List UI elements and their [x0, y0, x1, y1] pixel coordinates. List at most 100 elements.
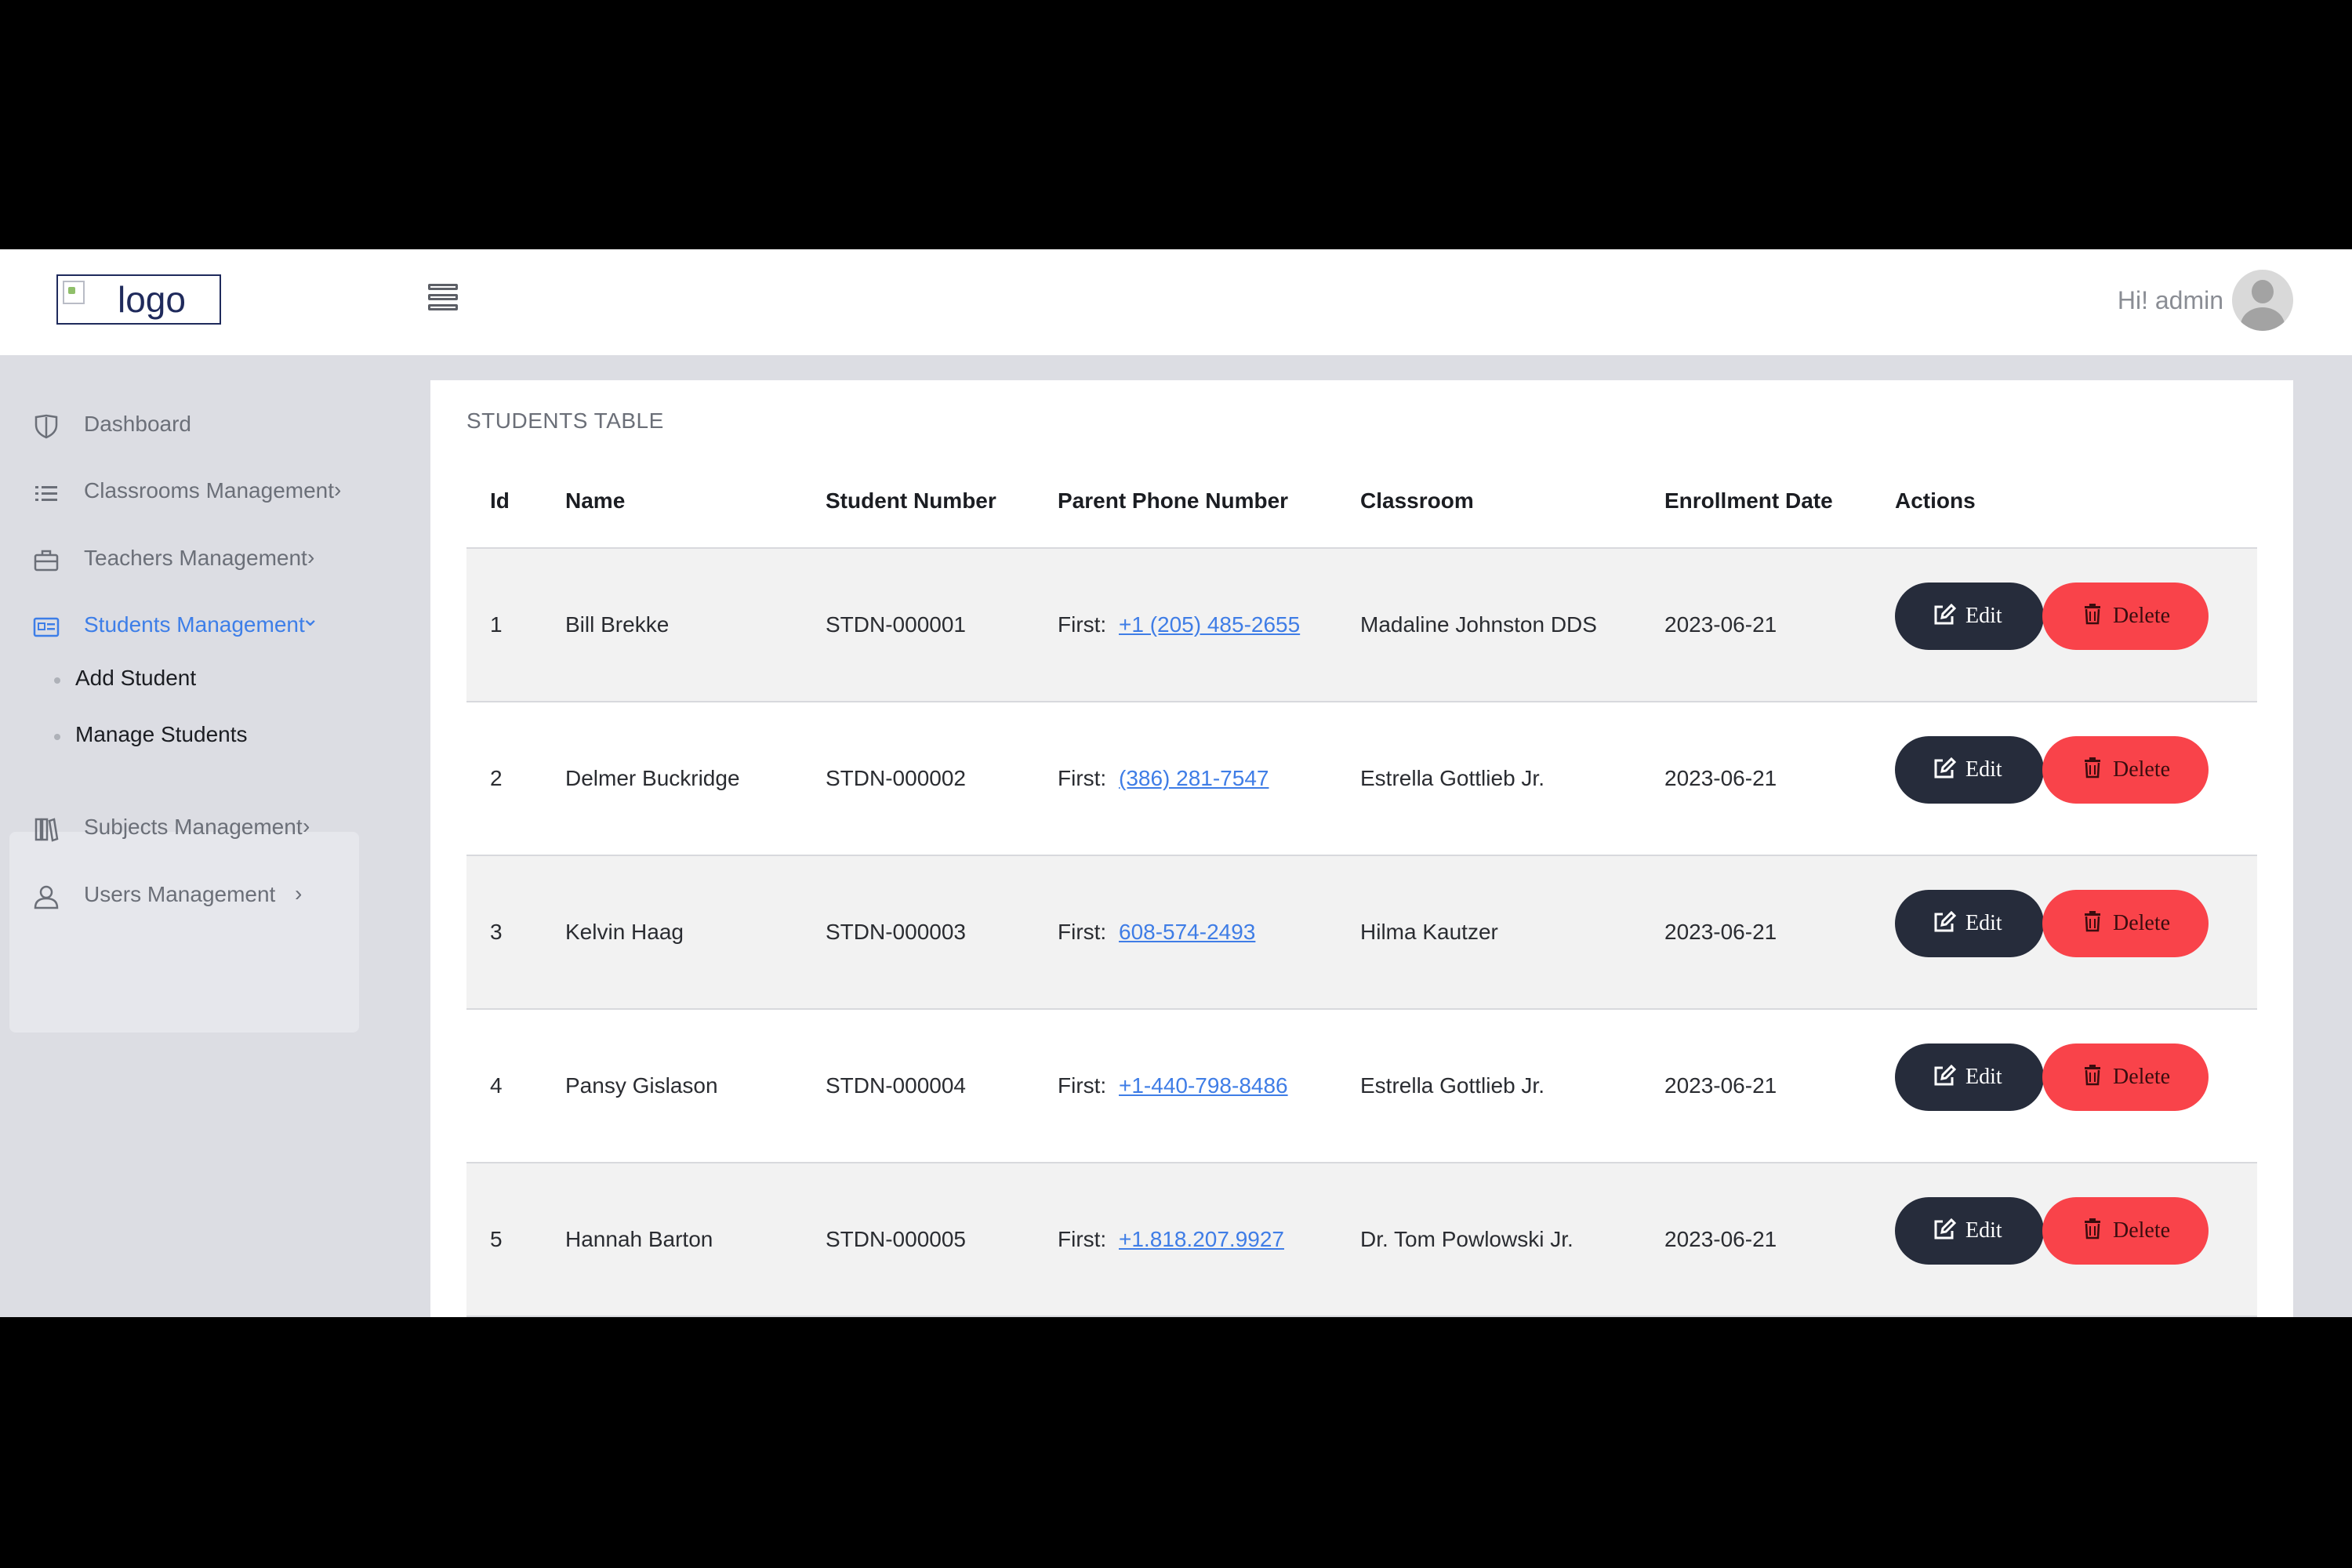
delete-button[interactable]: Delete	[2042, 1197, 2209, 1265]
edit-button-label: Edit	[1965, 757, 2002, 782]
cell-classroom: Estrella Gottlieb Jr.	[1360, 1009, 1664, 1163]
delete-button[interactable]: Delete	[2042, 1044, 2209, 1111]
phone-link[interactable]: 608-574-2493	[1119, 920, 1255, 944]
trash-icon	[2085, 1218, 2100, 1240]
sidebar-item-label: Students Management	[84, 612, 305, 637]
cell-classroom: Madaline Johnston DDS	[1360, 548, 1664, 702]
delete-button-label: Delete	[2113, 757, 2171, 782]
user-avatar-icon[interactable]	[2232, 270, 2293, 331]
books-icon	[34, 818, 59, 842]
column-header-actions: Actions	[1895, 455, 2257, 549]
edit-button-label: Edit	[1965, 604, 2002, 628]
cell-actions: Edit Delete	[1895, 1009, 2257, 1163]
edit-button-label: Edit	[1965, 911, 2002, 935]
cell-classroom: Dr. Tom Powlowski Jr.	[1360, 1163, 1664, 1317]
delete-button-label: Delete	[2113, 1218, 2171, 1243]
list-icon	[35, 486, 57, 501]
bullet-icon	[54, 734, 60, 740]
logo-alt-text: logo	[118, 279, 186, 320]
sidebar-item-students[interactable]: Students Management ⌄	[9, 599, 358, 654]
edit-button[interactable]: Edit	[1895, 890, 2044, 957]
cell-name: Delmer Buckridge	[565, 702, 826, 856]
cell-student-number: STDN-000004	[826, 1009, 1058, 1163]
sidebar-item-dashboard[interactable]: Dashboard	[9, 398, 358, 453]
phone-link[interactable]: +1-440-798-8486	[1119, 1073, 1288, 1098]
edit-button-label: Edit	[1965, 1218, 2002, 1243]
sidebar-item-classrooms[interactable]: Classrooms Management ›	[9, 465, 358, 520]
cell-enrollment-date: 2023-06-21	[1664, 1163, 1895, 1317]
bullet-icon	[54, 677, 60, 684]
sidebar-subitem-manage-students[interactable]: Manage Students	[54, 722, 248, 747]
trash-icon	[2085, 604, 2100, 625]
id-card-icon	[33, 617, 60, 637]
logo[interactable]: logo	[56, 274, 221, 325]
chevron-down-icon: ⌄	[301, 606, 320, 630]
user-icon	[34, 885, 59, 909]
edit-icon	[1934, 757, 1956, 779]
sidebar-item-teachers[interactable]: Teachers Management ›	[9, 532, 358, 587]
cell-enrollment-date: 2023-06-21	[1664, 855, 1895, 1010]
delete-button[interactable]: Delete	[2042, 890, 2209, 957]
delete-button-label: Delete	[2113, 911, 2171, 935]
sidebar-item-users[interactable]: Users Management ›	[9, 869, 358, 924]
phone-link[interactable]: +1.818.207.9927	[1119, 1227, 1284, 1251]
phone-link[interactable]: (386) 281-7547	[1119, 766, 1269, 790]
cell-id: 4	[466, 1009, 565, 1163]
edit-button[interactable]: Edit	[1895, 583, 2044, 650]
cell-name: Hannah Barton	[565, 1163, 826, 1317]
cell-parent-phone: First: +1-440-798-8486	[1058, 1009, 1360, 1163]
sidebar-subitem-label: Manage Students	[75, 722, 248, 746]
cell-student-number: STDN-000003	[826, 855, 1058, 1010]
trash-icon	[2085, 757, 2100, 779]
card-title: STUDENTS TABLE	[466, 408, 664, 433]
column-header-id[interactable]: Id	[466, 455, 565, 549]
delete-button[interactable]: Delete	[2042, 736, 2209, 804]
cell-enrollment-date: 2023-06-21	[1664, 702, 1895, 856]
table-row: 4 Pansy Gislason STDN-000004 First: +1-4…	[466, 1009, 2257, 1163]
cell-classroom: Estrella Gottlieb Jr.	[1360, 702, 1664, 856]
top-bar: logo Hi! admin	[0, 249, 2352, 355]
trash-icon	[2085, 1065, 2100, 1086]
phone-prefix: First:	[1058, 1073, 1107, 1098]
column-header-student-number[interactable]: Student Number	[826, 455, 1058, 549]
table-header-row: Id Name Student Number Parent Phone Numb…	[466, 455, 2257, 549]
phone-link[interactable]: +1 (205) 485-2655	[1119, 612, 1300, 637]
phone-prefix: First:	[1058, 612, 1107, 637]
cell-name: Kelvin Haag	[565, 855, 826, 1010]
sidebar-item-label: Dashboard	[84, 412, 191, 436]
hamburger-icon[interactable]	[428, 284, 464, 315]
table-row: 5 Hannah Barton STDN-000005 First: +1.81…	[466, 1163, 2257, 1317]
column-header-enrollment-date[interactable]: Enrollment Date	[1664, 455, 1895, 549]
chevron-right-icon: ›	[295, 881, 303, 906]
column-header-parent-phone[interactable]: Parent Phone Number	[1058, 455, 1360, 549]
chevron-right-icon: ›	[303, 814, 310, 838]
cell-name: Bill Brekke	[565, 548, 826, 702]
cell-student-number: STDN-000002	[826, 702, 1058, 856]
edit-button-label: Edit	[1965, 1065, 2002, 1089]
cell-actions: Edit Delete	[1895, 1163, 2257, 1317]
sidebar-subitem-add-student[interactable]: Add Student	[54, 666, 197, 691]
delete-button[interactable]: Delete	[2042, 583, 2209, 650]
column-header-classroom[interactable]: Classroom	[1360, 455, 1664, 549]
chevron-right-icon: ›	[307, 545, 315, 569]
sidebar-subitem-label: Add Student	[75, 666, 197, 690]
sidebar-item-label: Classrooms Management	[84, 478, 335, 503]
edit-icon	[1934, 603, 1956, 625]
edit-button[interactable]: Edit	[1895, 1044, 2044, 1111]
edit-button[interactable]: Edit	[1895, 736, 2044, 804]
cell-enrollment-date: 2023-06-21	[1664, 1009, 1895, 1163]
edit-button[interactable]: Edit	[1895, 1197, 2044, 1265]
table-row: 1 Bill Brekke STDN-000001 First: +1 (205…	[466, 548, 2257, 702]
cell-parent-phone: First: +1.818.207.9927	[1058, 1163, 1360, 1317]
column-header-name[interactable]: Name	[565, 455, 826, 549]
sidebar-item-label: Subjects Management	[84, 815, 303, 839]
delete-button-label: Delete	[2113, 604, 2171, 628]
phone-prefix: First:	[1058, 766, 1107, 790]
students-table: Id Name Student Number Parent Phone Numb…	[466, 455, 2257, 1317]
sidebar-item-label: Teachers Management	[84, 546, 307, 570]
cell-student-number: STDN-000001	[826, 548, 1058, 702]
cell-actions: Edit Delete	[1895, 855, 2257, 1010]
sidebar-item-subjects[interactable]: Subjects Management ›	[9, 801, 358, 856]
user-greeting: Hi! admin	[2117, 286, 2223, 314]
cell-student-number: STDN-000005	[826, 1163, 1058, 1317]
